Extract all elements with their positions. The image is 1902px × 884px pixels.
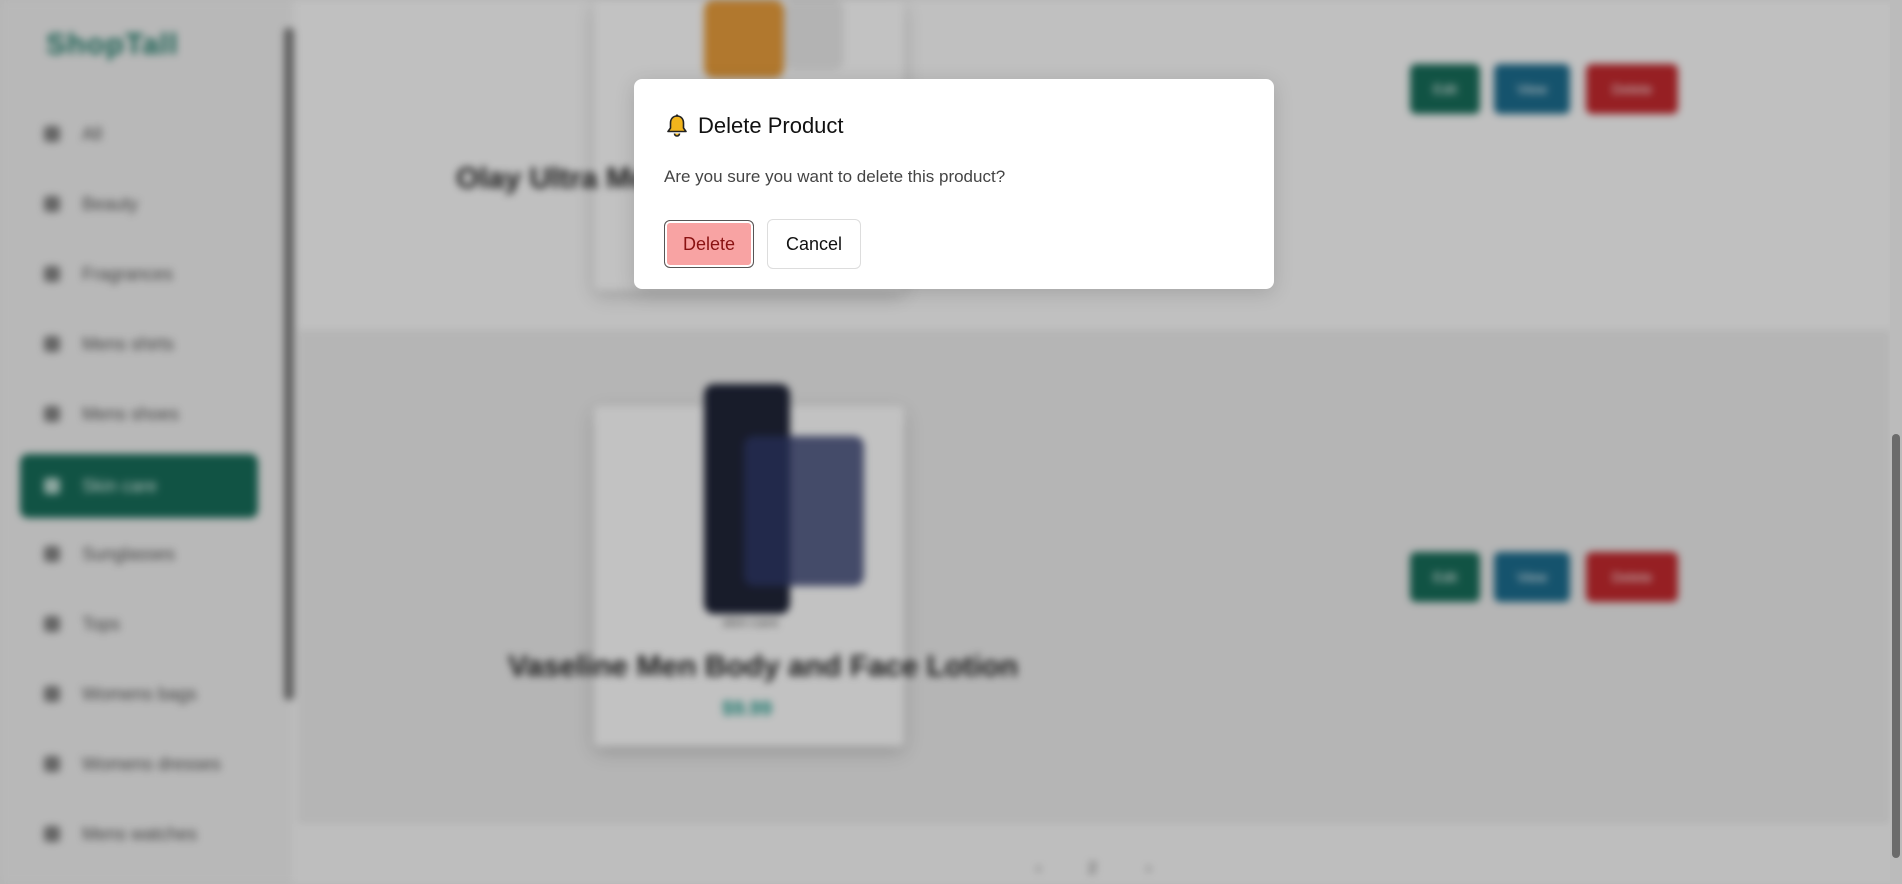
- delete-product-dialog: Delete Product Are you sure you want to …: [634, 79, 1274, 289]
- dialog-title: Delete Product: [698, 113, 844, 138]
- confirm-delete-button[interactable]: Delete: [664, 220, 754, 268]
- cancel-button[interactable]: Cancel: [767, 219, 861, 269]
- dialog-header: Delete Product: [664, 113, 844, 139]
- bell-icon: [664, 113, 690, 139]
- dialog-message: Are you sure you want to delete this pro…: [664, 167, 1006, 186]
